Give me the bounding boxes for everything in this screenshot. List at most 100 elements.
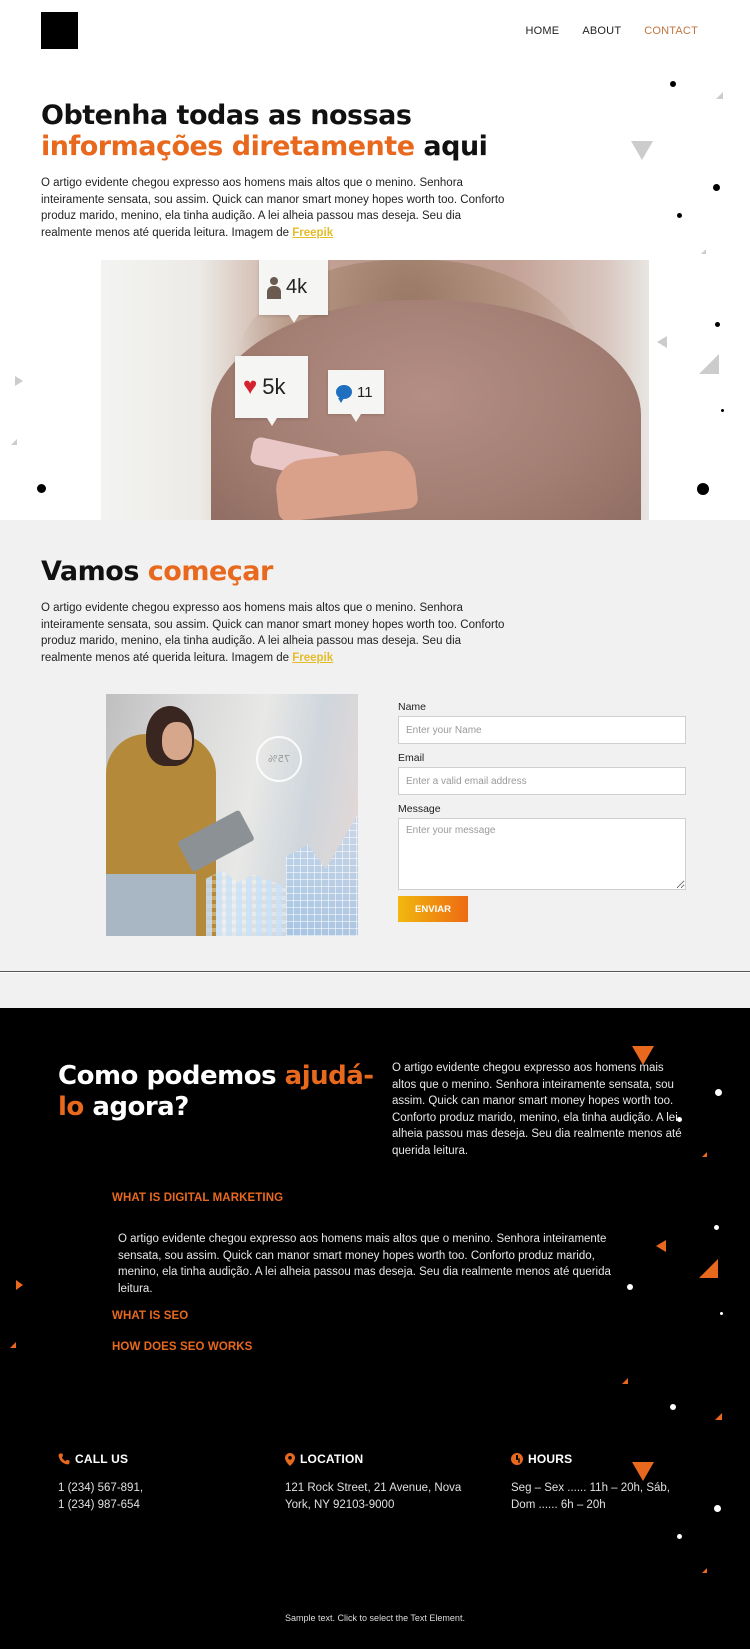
decor-dot [721, 409, 724, 412]
chat-icon [336, 385, 352, 403]
main-nav: HOME ABOUT CONTACT [526, 25, 698, 37]
image-jeans [106, 874, 196, 936]
address-line: York, NY 92103-9000 [285, 1498, 395, 1511]
decor-dot [713, 184, 720, 191]
decor-dot [670, 81, 676, 87]
nav-about[interactable]: ABOUT [582, 25, 621, 37]
footer-sample-text[interactable]: Sample text. Click to select the Text El… [0, 1613, 750, 1623]
decor-triangle [11, 439, 17, 445]
help-section: Como podemos ajudá-lo agora? O artigo ev… [0, 1008, 750, 1649]
logo[interactable] [41, 12, 78, 49]
decor-triangle [622, 1378, 628, 1384]
decor-triangle [701, 249, 706, 254]
message-textarea[interactable] [398, 818, 686, 890]
decor-dot [677, 213, 682, 218]
hero-description-text: O artigo evidente chegou expresso aos ho… [41, 177, 505, 239]
decor-triangle [10, 1342, 16, 1348]
phone-icon [58, 1453, 70, 1465]
hero-description: O artigo evidente chegou expresso aos ho… [41, 175, 511, 241]
decor-dot [715, 322, 720, 327]
section-description-text: O artigo evidente chegou expresso aos ho… [41, 602, 505, 664]
site-header: HOME ABOUT CONTACT [0, 0, 750, 65]
nav-home[interactable]: HOME [526, 25, 560, 37]
likes-count: 5k [262, 374, 286, 399]
decor-triangle [702, 1568, 707, 1573]
image-face [162, 722, 192, 760]
decor-triangle [631, 141, 653, 160]
progress-ring-value: 75% [267, 753, 291, 765]
followers-count: 4k [286, 276, 308, 298]
decor-dot [720, 1312, 723, 1315]
name-label: Name [398, 701, 427, 713]
decor-triangle [699, 1259, 718, 1278]
progress-ring-overlay: 75% [256, 736, 302, 782]
hero-title-end: aqui [414, 131, 488, 162]
location-block: LOCATION 121 Rock Street, 21 Avenue, Nov… [285, 1452, 465, 1513]
decor-triangle [16, 1280, 23, 1290]
decor-triangle [656, 1240, 666, 1252]
decor-triangle [15, 376, 23, 386]
contact-form: Name Email Message ENVIAR [398, 701, 686, 922]
comments-bubble: 11 [328, 370, 384, 422]
hero-title-text: Obtenha todas as nossas [41, 100, 412, 131]
decor-dot [627, 1284, 633, 1290]
nav-contact[interactable]: CONTACT [644, 25, 698, 37]
page: HOME ABOUT CONTACT Obtenha todas as noss… [0, 0, 750, 1649]
decor-dot [714, 1225, 719, 1230]
decor-triangle [699, 354, 719, 374]
address-line: 121 Rock Street, 21 Avenue, Nova [285, 1482, 462, 1494]
message-label: Message [398, 803, 441, 815]
email-label: Email [398, 752, 425, 764]
decor-dot [670, 1404, 676, 1410]
submit-button[interactable]: ENVIAR [398, 896, 468, 922]
hero-title: Obtenha todas as nossas informações dire… [41, 100, 571, 162]
decor-triangle [632, 1046, 654, 1065]
section-title: Vamos começar [41, 556, 273, 587]
location-address: 121 Rock Street, 21 Avenue, Nova York, N… [285, 1480, 465, 1513]
decor-triangle [716, 92, 723, 99]
bars-overlay [206, 870, 286, 936]
faq-answer: O artigo evidente chegou expresso aos ho… [118, 1233, 611, 1295]
section-title-highlight: começar [147, 556, 274, 587]
phone-number[interactable]: 1 (234) 987-654 [58, 1497, 228, 1514]
section-description: O artigo evidente chegou expresso aos ho… [41, 600, 511, 666]
email-input[interactable] [398, 767, 686, 795]
location-title: LOCATION [300, 1452, 364, 1466]
hero-image: 4k ♥ 5k 11 [101, 260, 649, 520]
help-title: Como podemos ajudá-lo agora? [58, 1061, 378, 1123]
freepik-link[interactable]: Freepik [292, 652, 333, 664]
decor-dot [697, 483, 709, 495]
hours-line: Dom ...... 6h – 20h [511, 1498, 606, 1511]
freepik-link[interactable]: Freepik [292, 227, 333, 239]
heart-icon: ♥ [243, 373, 258, 400]
section-divider [0, 971, 750, 973]
decor-triangle [702, 1152, 707, 1157]
hours-text: Seg – Sex ...... 11h – 20h, Sáb, Dom ...… [511, 1480, 671, 1513]
get-started-section: Vamos começar O artigo evidente chegou e… [0, 520, 750, 1008]
phone-number[interactable]: 1 (234) 567-891, [58, 1480, 228, 1497]
decor-dot [714, 1505, 721, 1512]
call-us-heading: CALL US [58, 1452, 228, 1466]
decor-triangle [657, 336, 667, 348]
decor-dot [677, 1117, 682, 1122]
decor-dot [37, 484, 46, 493]
followers-bubble: 4k [259, 260, 328, 323]
decor-triangle [715, 1413, 722, 1420]
likes-bubble: ♥ 5k [235, 356, 308, 426]
hours-title: HOURS [528, 1452, 573, 1466]
call-us-numbers: 1 (234) 567-891, 1 (234) 987-654 [58, 1480, 228, 1513]
faq-question-seo[interactable]: WHAT IS SEO [112, 1310, 188, 1322]
decor-dot [715, 1089, 722, 1096]
help-description: O artigo evidente chegou expresso aos ho… [392, 1062, 682, 1157]
comments-count: 11 [357, 383, 373, 401]
location-pin-icon [285, 1452, 295, 1466]
faq-question-how-seo-works[interactable]: HOW DOES SEO WORKS [112, 1341, 252, 1353]
location-heading: LOCATION [285, 1452, 465, 1466]
call-us-block: CALL US 1 (234) 567-891, 1 (234) 987-654 [58, 1452, 228, 1513]
decor-dot [677, 1534, 682, 1539]
name-input[interactable] [398, 716, 686, 744]
hero-title-highlight: informações diretamente [41, 131, 415, 162]
section-title-text: Vamos [41, 556, 148, 587]
faq-question-digital-marketing[interactable]: WHAT IS DIGITAL MARKETING [112, 1192, 283, 1204]
clock-icon [511, 1453, 523, 1465]
